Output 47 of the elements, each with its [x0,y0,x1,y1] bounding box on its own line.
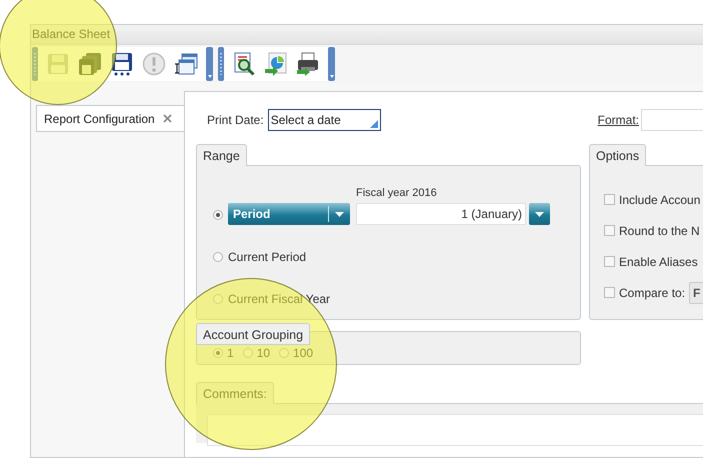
group-header: Options [589,144,646,166]
comments-field[interactable] [207,414,703,446]
format-label[interactable]: Format: [598,113,639,127]
compare-dropdown[interactable]: F [689,282,703,304]
window-title: Balance Sheet [31,25,703,45]
group-header: Account Grouping [196,323,310,345]
date-field[interactable]: Select a date [268,109,381,131]
floppy-disk-icon[interactable] [110,52,134,76]
checkbox[interactable] [604,287,615,298]
checkbox-label: Compare to: [619,286,686,300]
group-header: Range [196,144,247,166]
period-dropdown[interactable]: Period [228,203,350,225]
stacked-floppy-icon[interactable] [78,52,102,76]
radio-label: 1 [227,346,234,360]
radio-button[interactable] [213,252,223,262]
checkbox[interactable] [604,194,615,205]
radio-button[interactable] [213,294,223,304]
format-field[interactable] [641,109,703,131]
chart-arrow-icon[interactable] [264,52,288,76]
tab-label: Report Configuration [44,112,155,126]
radio-label: 100 [293,346,314,360]
document-magnifier-icon[interactable] [232,52,256,76]
checkbox[interactable] [604,256,615,267]
radio-label: 10 [256,346,270,360]
checkbox[interactable] [604,225,615,236]
corner-triangle-icon [370,120,378,128]
radio-button[interactable] [213,210,223,220]
radio-label: Current Period [228,250,306,264]
field-caption: Fiscal year 2016 [356,187,438,199]
radio-button[interactable] [279,348,290,358]
checkbox-label: Round to the N [619,224,700,238]
tab[interactable]: Report Configuration [36,105,184,132]
caret-icon [335,212,344,216]
field-label: Print Date: [207,113,264,127]
caret-icon [535,212,544,216]
grip-handle-icon [32,47,38,81]
month-field[interactable]: 1 (January) [356,203,526,225]
checkbox-label: Enable Aliases [619,254,698,268]
radio-label: Current Fiscal Year [228,292,330,306]
checkbox-label: Include Accoun [619,192,700,206]
dropdown-button[interactable] [529,203,550,225]
group-header: Comments: [196,382,274,404]
window-cursor-icon[interactable] [174,52,198,76]
radio-button[interactable] [213,348,223,358]
printer-icon[interactable] [296,52,320,76]
grip-handle-icon [218,47,224,81]
radio-button[interactable] [242,348,253,358]
